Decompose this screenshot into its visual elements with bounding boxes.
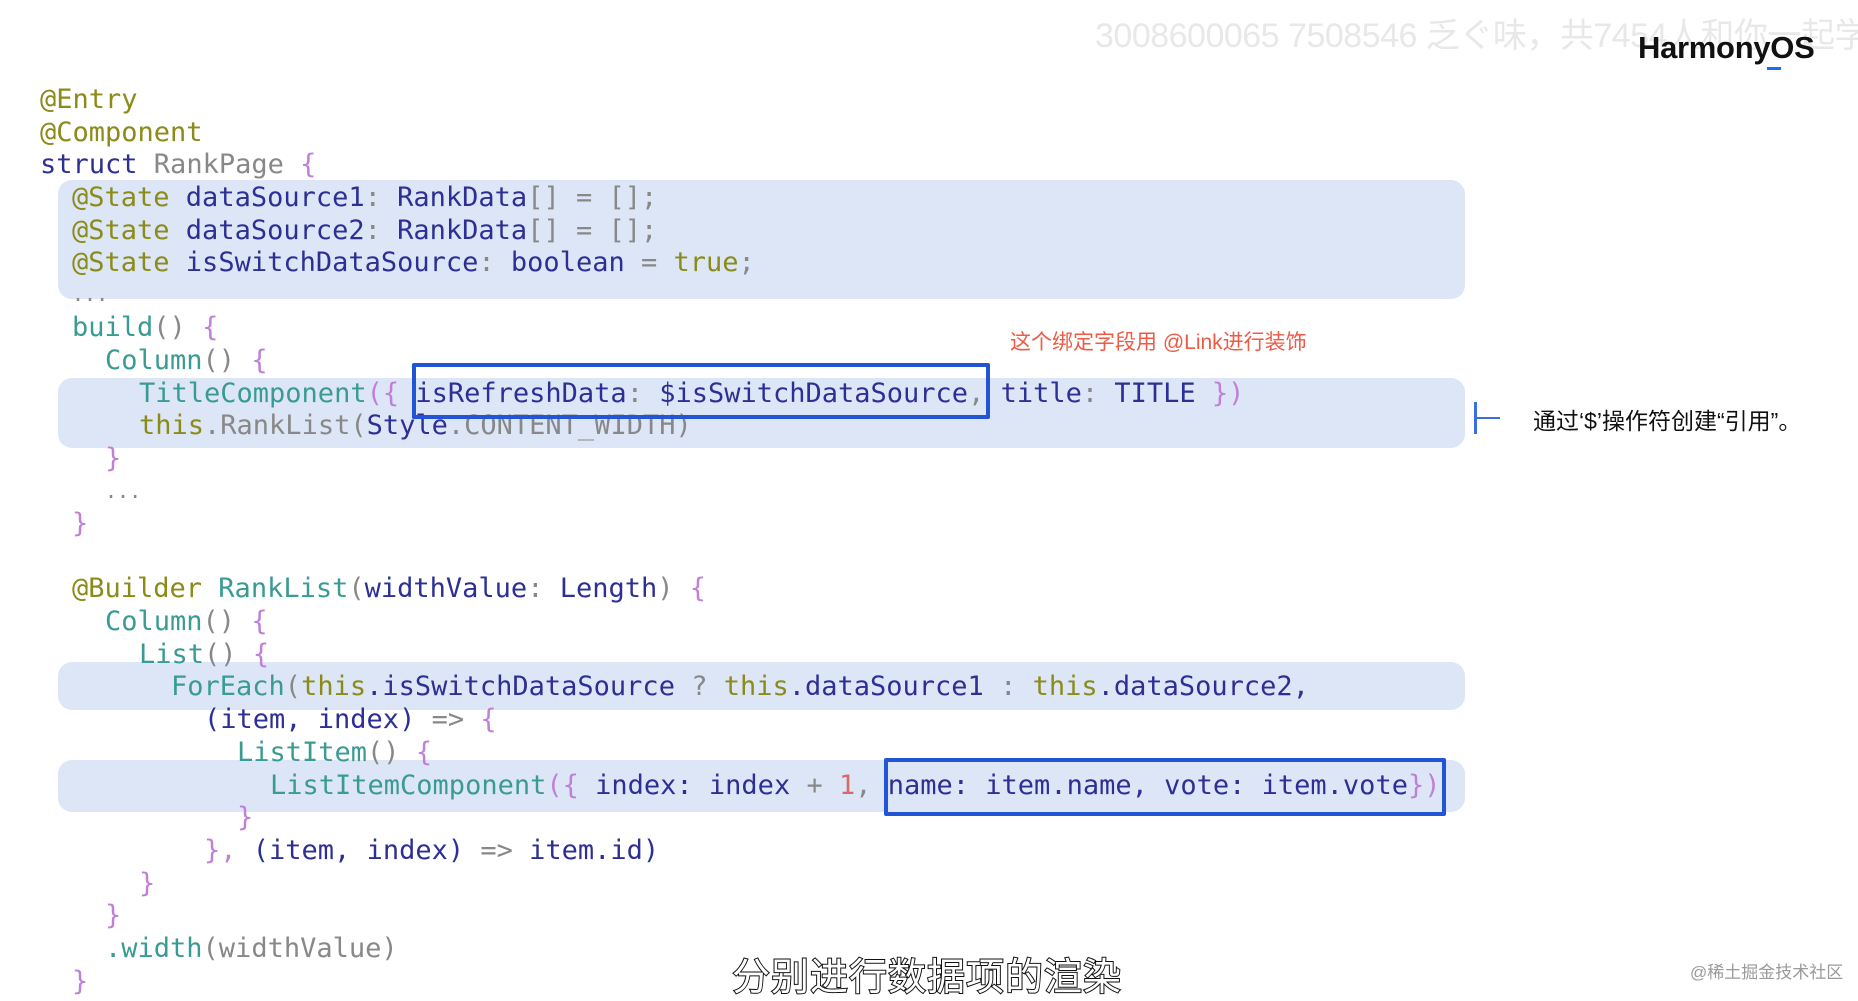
code-line: ... <box>105 479 142 503</box>
note-bracket-tick <box>1474 417 1500 419</box>
highlight-box-isrefreshdata <box>412 363 990 419</box>
logo-accent-bar <box>1767 67 1781 70</box>
code-line: } <box>72 508 89 539</box>
code-line: Column() { <box>105 606 268 637</box>
code-line: @Builder RankList(widthValue: Length) { <box>72 573 707 604</box>
code-line: @State dataSource1: RankData[] = []; <box>72 182 658 213</box>
code-line: } <box>237 802 254 833</box>
code-line: } <box>139 868 156 899</box>
code-line: struct RankPage { <box>40 149 317 180</box>
harmonyos-logo: HarmonyOS <box>1638 30 1815 65</box>
source-credit: @稀土掘金技术社区 <box>1690 963 1844 982</box>
code-line: @State dataSource2: RankData[] = []; <box>72 215 658 246</box>
code-line: ... <box>72 282 109 306</box>
code-line: } <box>105 900 122 931</box>
code-line: List() { <box>139 639 270 670</box>
code-line: build() { <box>72 312 219 343</box>
code-line: .width(widthValue) <box>105 933 398 964</box>
code-line: Column() { <box>105 345 268 376</box>
code-line: } <box>72 966 89 997</box>
code-line: }, (item, index) => item.id) <box>204 835 660 866</box>
highlight-box-name-vote <box>884 758 1446 816</box>
code-line: } <box>105 443 122 474</box>
video-subtitle: 分别进行数据项的渲染 <box>731 956 1123 1000</box>
code-line: ForEach(this.isSwitchDataSource ? this.d… <box>171 671 1309 702</box>
code-line: @Component <box>40 117 203 148</box>
code-editor: @Entry @Component struct RankPage { @Sta… <box>0 0 1500 997</box>
code-line: ListItem() { <box>237 737 433 768</box>
reference-operator-note: 通过‘$’操作符创建“引用”。 <box>1533 408 1802 434</box>
code-line: @Entry <box>40 84 138 115</box>
link-decorator-note: 这个绑定字段用 @Link进行装饰 <box>1010 331 1307 354</box>
code-line: (item, index) => { <box>204 704 497 735</box>
code-line: @State isSwitchDataSource: boolean = tru… <box>72 247 755 278</box>
